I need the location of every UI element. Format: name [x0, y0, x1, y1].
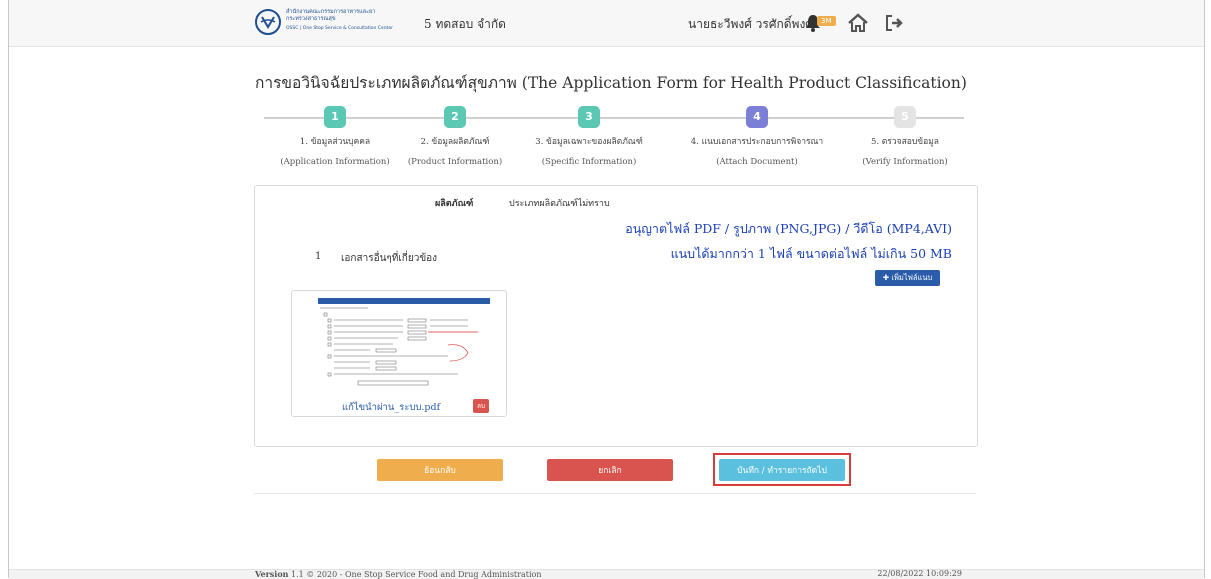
- add-attachment-button[interactable]: ✚ เพิ่มไฟล์แนบ: [875, 270, 940, 286]
- step-5-sublabel: (Verify Information): [862, 157, 948, 167]
- app-frame: สำนักงานคณะกรรมการอาหารและยา กระทรวงสาธา…: [8, 0, 1205, 579]
- step-3-badge: 3: [578, 106, 600, 128]
- step-4-badge: 4: [746, 106, 768, 128]
- step-1-sublabel: (Application Information): [280, 157, 390, 167]
- fda-logo[interactable]: สำนักงานคณะกรรมการอาหารและยา กระทรวงสาธา…: [255, 9, 415, 37]
- notification-badge: 3M: [817, 16, 836, 26]
- save-next-button[interactable]: บันทึก / ทำรายการถัดไป: [719, 459, 845, 481]
- step-4-label: 4. แนบเอกสารประกอบการพิจารณา: [690, 137, 824, 147]
- step-2-sublabel: (Product Information): [407, 157, 503, 167]
- cancel-button[interactable]: ยกเลิก: [547, 459, 673, 481]
- step-5-label: 5. ตรวจสอบข้อมูล: [870, 137, 940, 147]
- footer-datetime: 22/08/2022 10:09:29: [877, 569, 962, 578]
- company-name: 5 ทดสอบ จำกัด: [424, 17, 506, 31]
- logo-text-line1: สำนักงานคณะกรรมการอาหารและยา: [286, 9, 376, 15]
- product-label: ผลิตภัณฑ์: [435, 199, 474, 209]
- pdf-thumbnail-image[interactable]: [298, 295, 498, 391]
- step-2: 2 2. ข้อมูลผลิตภัณฑ์ (Product Informatio…: [385, 106, 525, 167]
- delete-file-button[interactable]: ลบ: [473, 399, 489, 413]
- section-divider: [254, 493, 976, 494]
- page-title: การขอวินิจฉัยประเภทผลิตภัณฑ์สุขภาพ (The …: [255, 74, 967, 92]
- step-5-badge: 5: [894, 106, 916, 128]
- step-1: 1 1. ข้อมูลส่วนบุคคล (Application Inform…: [265, 106, 405, 167]
- logout-icon[interactable]: [883, 12, 905, 34]
- home-icon[interactable]: [847, 12, 869, 34]
- step-3-label: 3. ข้อมูลเฉพาะของผลิตภัณฑ์: [535, 137, 643, 147]
- allowed-file-size: แนบได้มากกว่า 1 ไฟล์ ขนาดต่อไฟล์ ไม่เกิน…: [670, 246, 952, 261]
- step-3-sublabel: (Specific Information): [541, 157, 637, 167]
- step-4-sublabel: (Attach Document): [716, 157, 798, 167]
- fda-logo-icon: [255, 9, 281, 35]
- step-1-label: 1. ข้อมูลส่วนบุคคล: [299, 137, 371, 147]
- step-4: 4 4. แนบเอกสารประกอบการพิจารณา (Attach D…: [687, 106, 827, 167]
- product-value: ประเภทผลิตภัณฑ์ไม่ทราบ: [509, 199, 610, 209]
- user-name[interactable]: นายธะวีพงศ์ วรศักดิ์พงศ์: [688, 15, 813, 34]
- step-3: 3 3. ข้อมูลเฉพาะของผลิตภัณฑ์ (Specific I…: [519, 106, 659, 167]
- step-2-label: 2. ข้อมูลผลิตภัณฑ์: [420, 137, 490, 147]
- attached-file-link[interactable]: แก้ไขนำผ่าน_ระบบ.pdf: [342, 400, 440, 415]
- attached-file-card: แก้ไขนำผ่าน_ระบบ.pdf ลบ: [291, 290, 507, 417]
- allowed-file-types: อนุญาตไฟล์ PDF / รูปภาพ (PNG,JPG) / วีดี…: [625, 221, 952, 236]
- attachment-panel: ผลิตภัณฑ์ ประเภทผลิตภัณฑ์ไม่ทราบ อนุญาตไ…: [254, 185, 978, 447]
- top-navbar: สำนักงานคณะกรรมการอาหารและยา กระทรวงสาธา…: [9, 0, 1204, 47]
- step-5: 5 5. ตรวจสอบข้อมูล (Verify Information): [835, 106, 975, 167]
- fda-emblem-icon: [260, 16, 276, 29]
- document-number: 1: [315, 251, 322, 262]
- back-button[interactable]: ย้อนกลับ: [377, 459, 503, 481]
- step-2-badge: 2: [444, 106, 466, 128]
- document-label: เอกสารอื่นๆที่เกี่ยวข้อง: [341, 253, 438, 264]
- step-1-badge: 1: [324, 106, 346, 128]
- logo-text-line3: OSSC | One Stop Service & Consultation C…: [286, 26, 393, 31]
- logo-text-line2: กระทรวงสาธารณสุข: [286, 16, 336, 22]
